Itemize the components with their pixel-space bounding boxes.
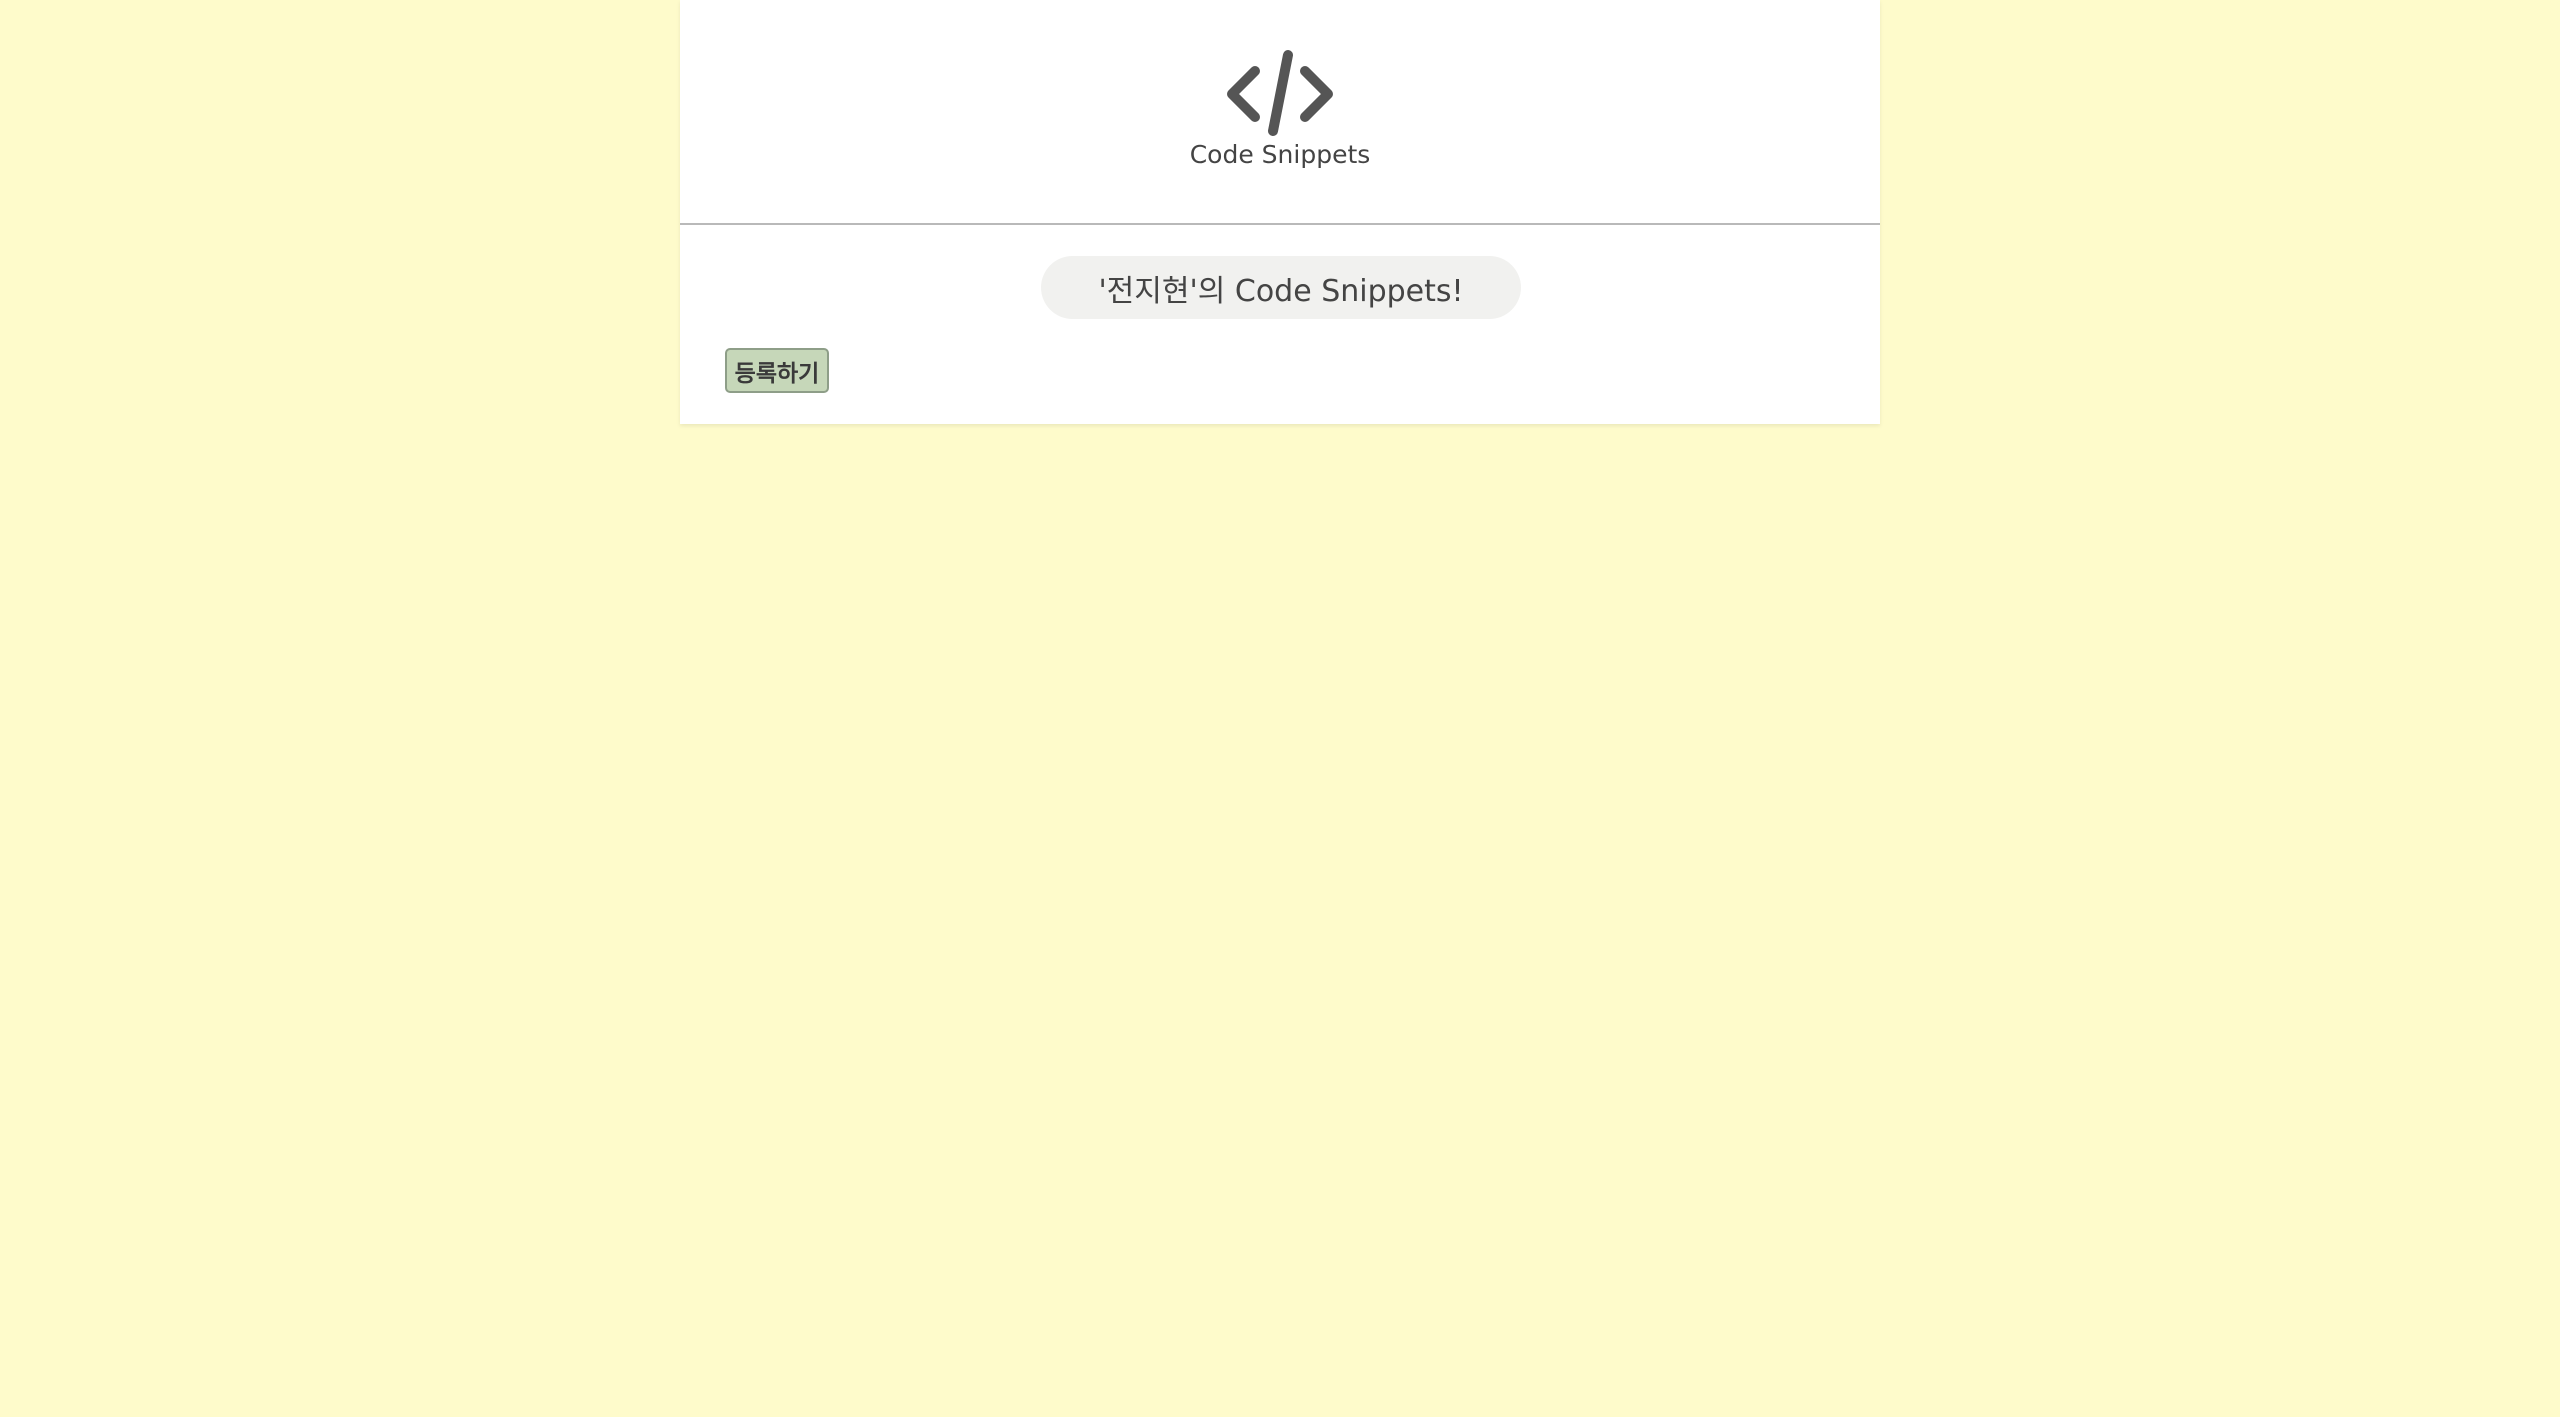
register-button[interactable]: 등록하기 xyxy=(725,348,829,393)
code-icon xyxy=(1227,50,1333,136)
header: Code Snippets xyxy=(680,0,1880,225)
greeting-title: '전지현'의 Code Snippets! xyxy=(1041,256,1521,319)
logo-label: Code Snippets xyxy=(1189,140,1371,169)
main-card: Code Snippets '전지현'의 Code Snippets! 등록하기 xyxy=(680,0,1880,424)
